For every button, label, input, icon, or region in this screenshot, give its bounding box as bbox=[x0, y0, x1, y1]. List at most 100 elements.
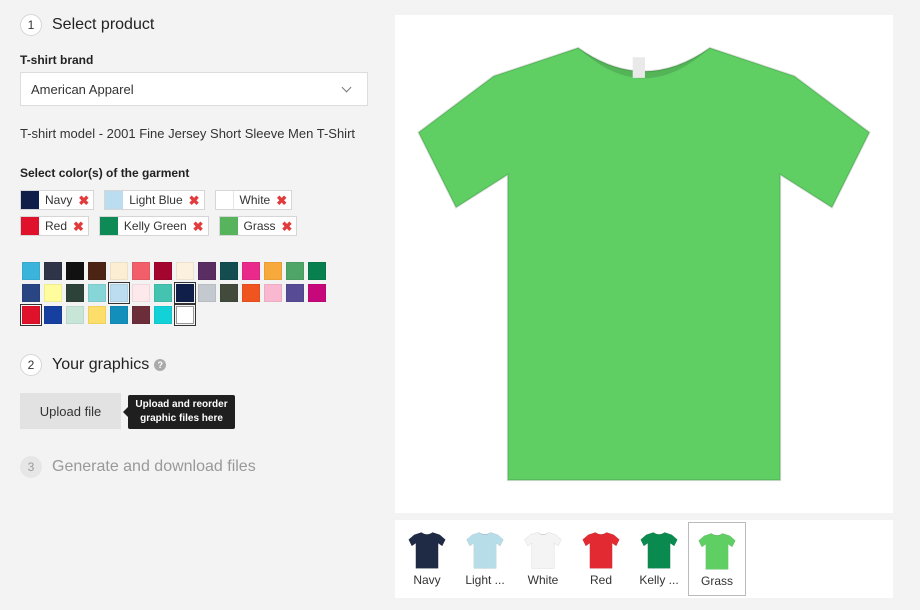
palette-swatch[interactable] bbox=[264, 262, 282, 280]
remove-icon[interactable]: ✖ bbox=[276, 194, 287, 207]
remove-icon[interactable]: ✖ bbox=[282, 220, 293, 233]
palette-swatch[interactable] bbox=[198, 262, 216, 280]
step-title: Select product bbox=[52, 16, 155, 33]
tshirt-thumbnail-icon bbox=[466, 532, 504, 569]
tshirt-image bbox=[417, 46, 871, 482]
palette-swatch[interactable] bbox=[132, 306, 150, 324]
palette-swatch[interactable] bbox=[242, 262, 260, 280]
color-chip-label: Grass bbox=[243, 219, 276, 233]
palette-swatch[interactable] bbox=[132, 284, 150, 302]
palette-swatch[interactable] bbox=[242, 284, 260, 302]
palette-swatch[interactable] bbox=[154, 306, 172, 324]
palette-swatch[interactable] bbox=[110, 306, 128, 324]
palette-swatch[interactable] bbox=[108, 282, 130, 304]
palette-swatch[interactable] bbox=[220, 284, 238, 302]
palette-swatch[interactable] bbox=[66, 284, 84, 302]
color-thumbnail[interactable]: Grass bbox=[688, 522, 746, 596]
color-swatch bbox=[105, 191, 124, 209]
upload-file-button[interactable]: Upload file bbox=[20, 393, 121, 429]
color-chip-label: Navy bbox=[45, 193, 73, 207]
palette-swatch[interactable] bbox=[110, 262, 128, 280]
color-chip-navy: Navy ✖ bbox=[20, 190, 95, 210]
thumbnail-label: Navy bbox=[413, 573, 441, 587]
color-chip-label: Red bbox=[45, 219, 68, 233]
color-swatch bbox=[99, 217, 118, 235]
palette-swatch[interactable] bbox=[220, 262, 238, 280]
brand-select[interactable]: American Apparel bbox=[20, 72, 368, 106]
color-chip-red: Red ✖ bbox=[20, 216, 89, 236]
step-3-header: 3 Generate and download files bbox=[20, 456, 256, 478]
palette-swatch[interactable] bbox=[286, 262, 304, 280]
tooltip-line: Upload and reorder bbox=[135, 399, 228, 410]
color-thumbnail[interactable]: White bbox=[514, 522, 572, 596]
tshirt-thumbnail-icon bbox=[524, 532, 562, 569]
thumbnail-label: Grass bbox=[700, 574, 733, 588]
color-chip-grass: Grass ✖ bbox=[218, 216, 298, 236]
color-thumbnail[interactable]: Kelly ... bbox=[630, 522, 688, 596]
step-2-header: 2 Your graphics ? bbox=[20, 354, 167, 376]
tshirt-thumbnail-icon bbox=[408, 532, 446, 569]
palette-swatch[interactable] bbox=[198, 284, 216, 302]
tshirt-thumbnail-icon bbox=[698, 533, 736, 570]
color-chip-white: White ✖ bbox=[214, 190, 293, 210]
remove-icon[interactable]: ✖ bbox=[193, 220, 204, 233]
palette-swatch[interactable] bbox=[20, 304, 42, 326]
palette-swatch[interactable] bbox=[286, 284, 304, 302]
model-text: T-shirt model - 2001 Fine Jersey Short S… bbox=[20, 126, 356, 141]
palette-swatch[interactable] bbox=[174, 304, 196, 326]
color-swatch bbox=[219, 217, 238, 235]
palette-swatch[interactable] bbox=[66, 262, 84, 280]
palette-swatch[interactable] bbox=[176, 262, 194, 280]
color-palette bbox=[20, 262, 326, 328]
thumbnail-label: White bbox=[527, 573, 559, 587]
step-number: 2 bbox=[20, 354, 42, 376]
step-1-header: 1 Select product bbox=[20, 14, 154, 36]
palette-swatch[interactable] bbox=[44, 262, 62, 280]
palette-swatch[interactable] bbox=[88, 284, 106, 302]
palette-swatch[interactable] bbox=[88, 262, 106, 280]
step-title: Generate and download files bbox=[52, 458, 256, 475]
thumbnail-label: Red bbox=[589, 573, 612, 587]
color-chip-label: Light Blue bbox=[129, 193, 183, 207]
color-thumbnail[interactable]: Light ... bbox=[456, 522, 514, 596]
remove-icon[interactable]: ✖ bbox=[73, 220, 84, 233]
tshirt-thumbnail-icon bbox=[640, 532, 678, 569]
palette-swatch[interactable] bbox=[88, 306, 106, 324]
palette-swatch[interactable] bbox=[264, 284, 282, 302]
color-chip-kelly-green: Kelly Green ✖ bbox=[98, 216, 209, 236]
tshirt-preview bbox=[395, 15, 893, 513]
step-number: 3 bbox=[20, 456, 42, 478]
color-thumbnail[interactable]: Navy bbox=[398, 522, 456, 596]
help-icon[interactable]: ? bbox=[154, 359, 167, 371]
color-thumbnails: Navy Light ... White Red Kelly ... Grass bbox=[395, 520, 893, 598]
upload-tooltip: Upload and reorder graphic files here bbox=[123, 395, 235, 429]
tooltip-line: graphic files here bbox=[140, 413, 223, 424]
palette-swatch[interactable] bbox=[154, 284, 172, 302]
color-swatch bbox=[215, 191, 234, 209]
color-thumbnail[interactable]: Red bbox=[572, 522, 630, 596]
palette-swatch[interactable] bbox=[132, 262, 150, 280]
brand-label: T-shirt brand bbox=[20, 53, 94, 67]
color-chip-label: White bbox=[239, 193, 271, 207]
palette-swatch[interactable] bbox=[44, 284, 62, 302]
chevron-down-icon bbox=[341, 82, 352, 92]
palette-swatch[interactable] bbox=[308, 284, 326, 302]
selected-colors: Navy ✖ Light Blue ✖ White ✖ Red ✖ Kelly Gree… bbox=[20, 190, 320, 242]
palette-swatch[interactable] bbox=[154, 262, 172, 280]
brand-select-value: American Apparel bbox=[31, 81, 134, 97]
palette-swatch[interactable] bbox=[66, 306, 84, 324]
color-swatch bbox=[21, 217, 39, 235]
palette-swatch[interactable] bbox=[22, 262, 40, 280]
palette-swatch[interactable] bbox=[44, 306, 62, 324]
palette-swatch[interactable] bbox=[174, 282, 196, 304]
colors-label: Select color(s) of the garment bbox=[20, 166, 190, 180]
remove-icon[interactable]: ✖ bbox=[189, 194, 200, 207]
tshirt-thumbnail-icon bbox=[582, 532, 620, 569]
remove-icon[interactable]: ✖ bbox=[78, 194, 89, 207]
palette-swatch[interactable] bbox=[308, 262, 326, 280]
thumbnail-label: Kelly ... bbox=[639, 573, 679, 587]
color-chip-light-blue: Light Blue ✖ bbox=[104, 190, 205, 210]
step-title: Your graphics bbox=[52, 356, 150, 373]
palette-swatch[interactable] bbox=[22, 284, 40, 302]
color-chip-label: Kelly Green bbox=[123, 219, 187, 233]
